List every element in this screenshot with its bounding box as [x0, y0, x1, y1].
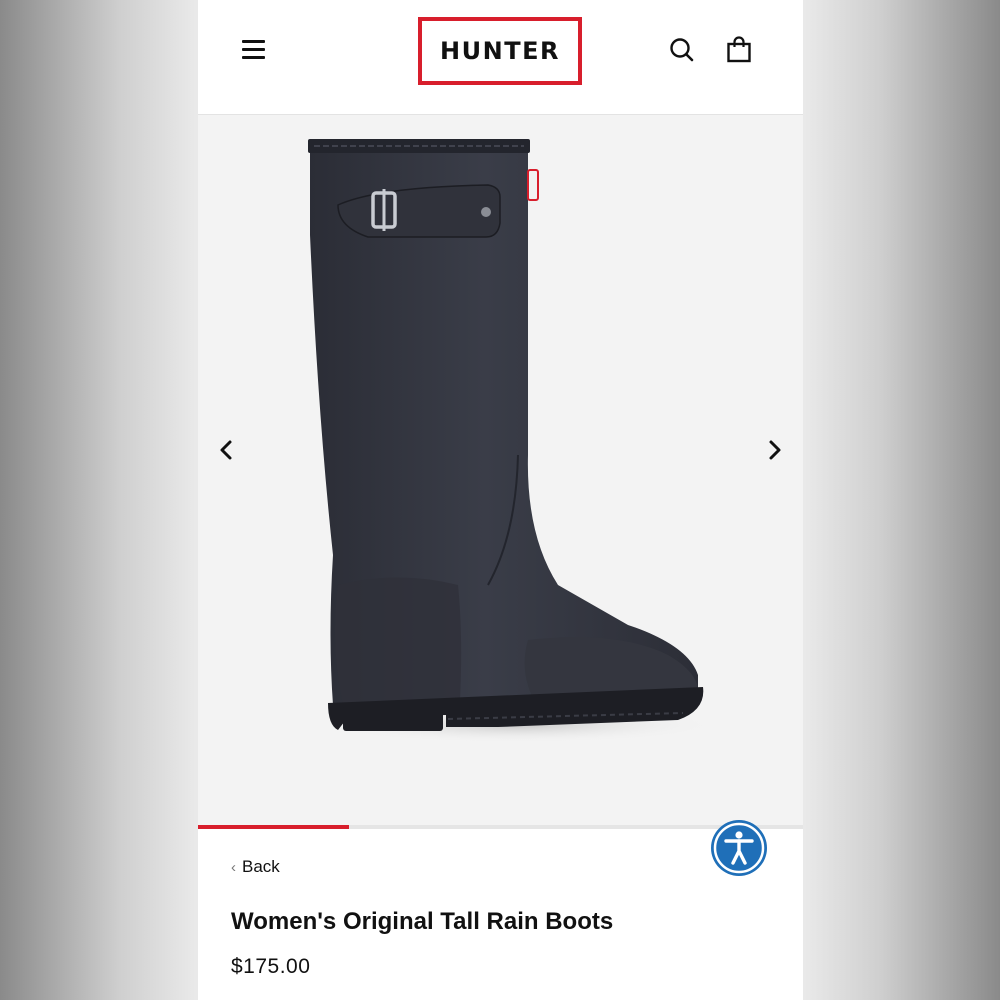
product-image-gallery[interactable] [198, 115, 803, 825]
site-header: HUNTER [198, 0, 803, 115]
shopping-bag-icon[interactable] [725, 36, 753, 64]
hunter-logo[interactable]: HUNTER [418, 17, 582, 85]
phone-screen: HUNTER ‹ Back Women's Original Tall Rain… [198, 0, 803, 1000]
gallery-progress-fill [198, 825, 350, 829]
accessibility-icon[interactable] [711, 820, 767, 876]
search-icon[interactable] [668, 36, 696, 64]
chevron-left-icon[interactable] [212, 435, 242, 465]
logo-text: HUNTER [440, 37, 560, 65]
chevron-right-icon[interactable] [759, 435, 789, 465]
product-image [308, 139, 718, 743]
back-label: Back [242, 857, 280, 876]
product-title: Women's Original Tall Rain Boots [231, 908, 614, 935]
hamburger-menu-icon[interactable] [242, 38, 266, 62]
back-link[interactable]: ‹ Back [231, 857, 280, 877]
product-price: $175.00 [231, 955, 311, 978]
chevron-left-small-icon: ‹ [231, 858, 236, 876]
